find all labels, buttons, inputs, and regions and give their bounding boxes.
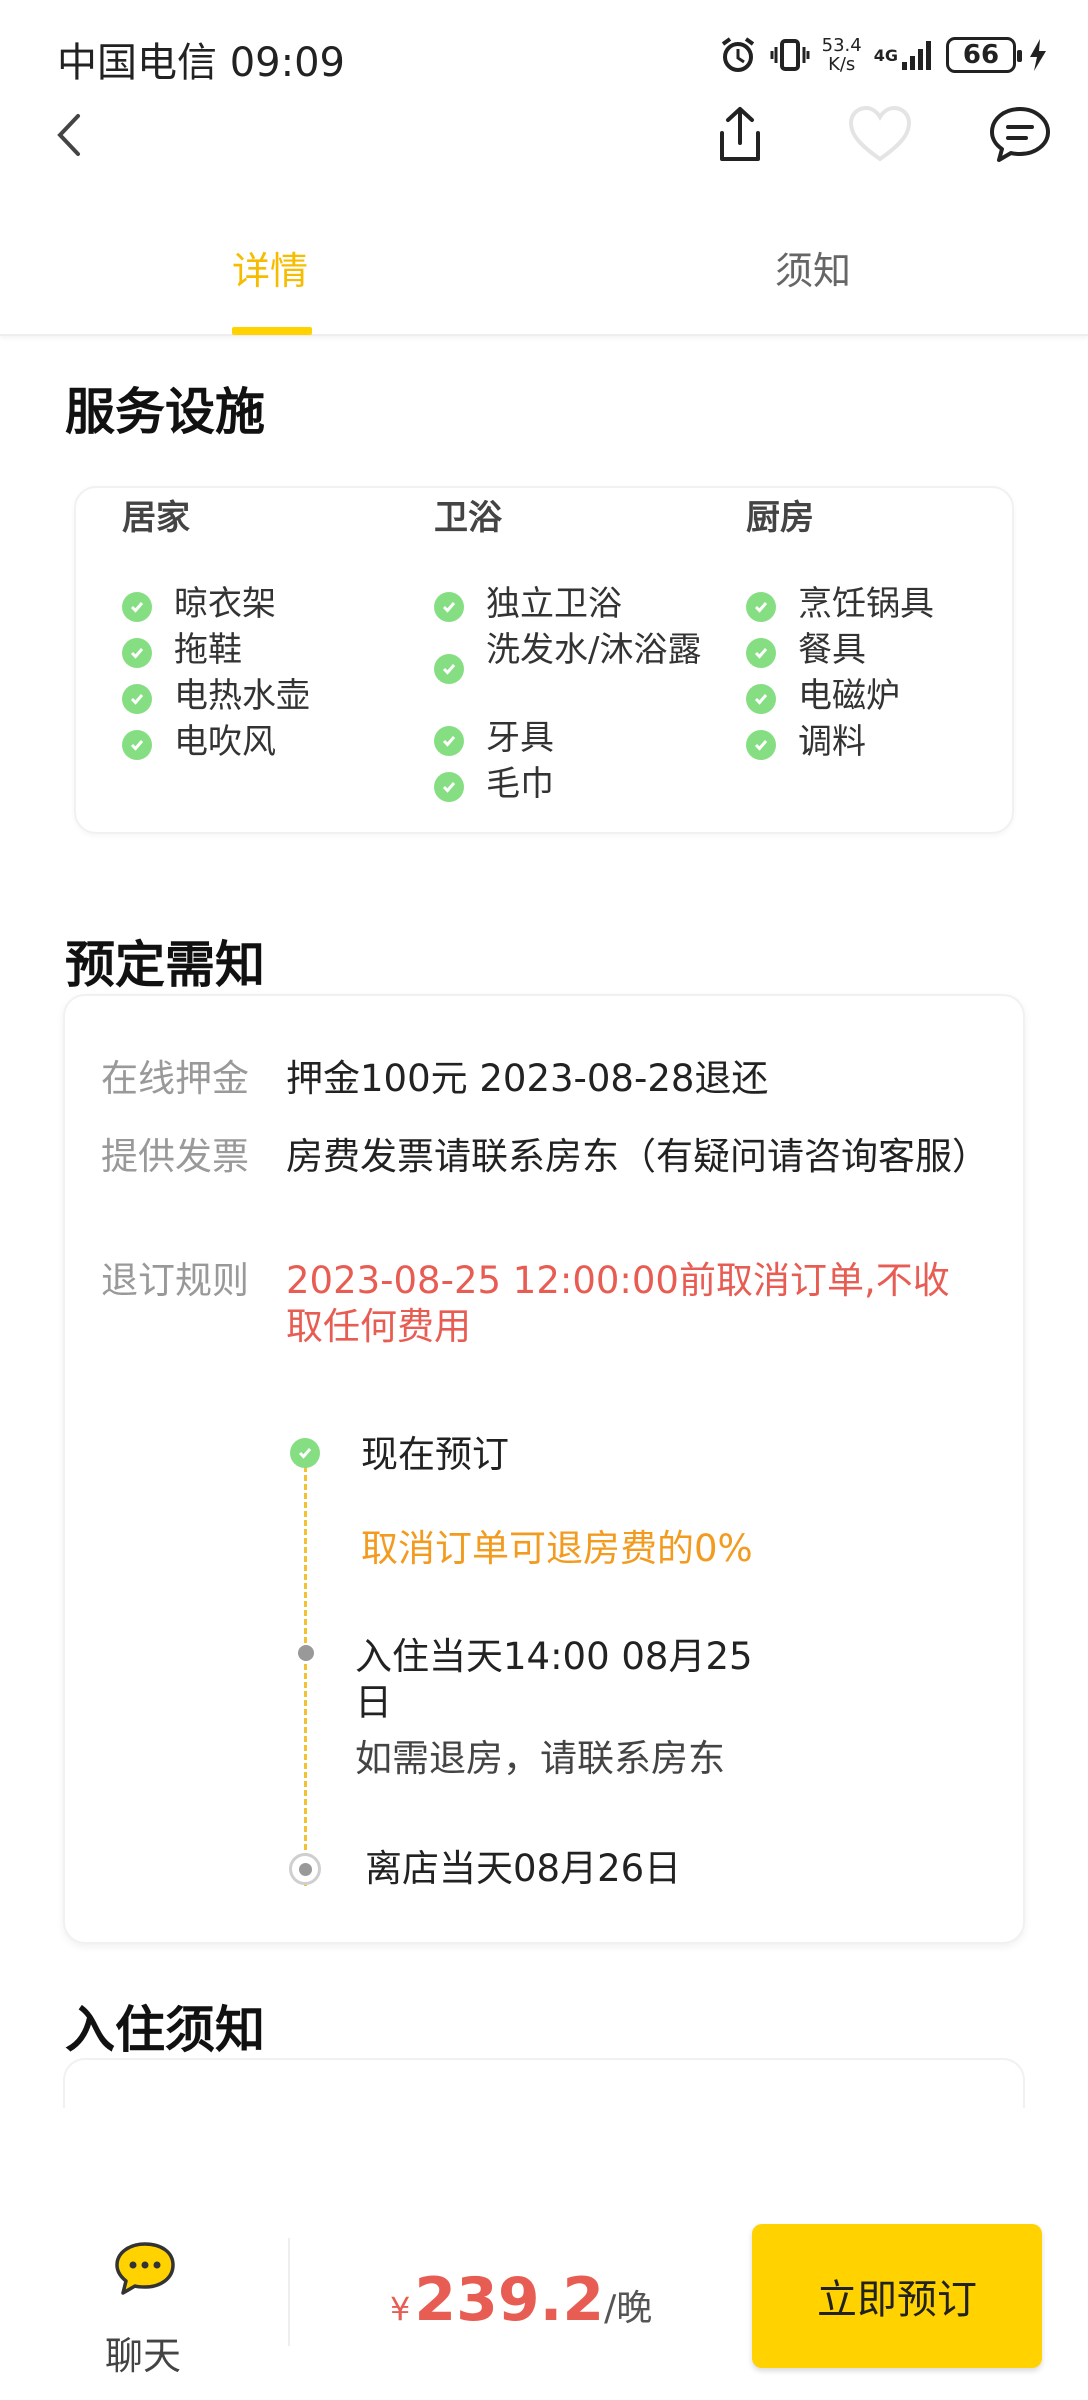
net-speed-unit: K/s [828, 54, 856, 75]
facility-item-label: 毛巾 [486, 764, 554, 804]
facility-item: 独立卫浴 [434, 584, 706, 624]
facility-item: 晾衣架 [122, 584, 394, 624]
invoice-row: 提供发票 房费发票请联系房东（有疑问请咨询客服） [101, 1134, 1001, 1180]
facility-item: 餐具 [746, 630, 1018, 670]
check-icon [122, 592, 152, 622]
timeline-line [304, 1466, 307, 1886]
share-button[interactable] [695, 90, 785, 180]
nav-bar [0, 90, 1088, 210]
check-icon [434, 772, 464, 802]
facility-item-label: 调料 [798, 722, 866, 762]
timeline-step-now: 现在预订 [361, 1433, 509, 1476]
cancel-policy-label: 退订规则 [101, 1259, 249, 1302]
message-button[interactable] [975, 90, 1065, 180]
tab-details[interactable]: 详情 [232, 240, 308, 295]
facility-item: 电吹风 [122, 722, 394, 762]
facility-group-title: 厨房 [746, 498, 814, 538]
deposit-value: 押金100元 2023-08-28退还 [286, 1057, 769, 1100]
facility-item-label: 电吹风 [174, 722, 276, 762]
chat-button[interactable]: 聊天 [90, 2240, 200, 2378]
chevron-left-icon [57, 114, 80, 156]
timeline-step-checkin: 入住当天14:00 08月25日 [355, 1635, 753, 1724]
facility-item: 烹饪锅具 [746, 584, 1018, 624]
check-icon [746, 684, 776, 714]
status-bar: 中国电信 09:09 53.4 K/s 4G 66 [0, 0, 1088, 100]
invoice-label: 提供发票 [101, 1135, 249, 1178]
check-icon [746, 730, 776, 760]
battery-icon: 66 [946, 37, 1022, 73]
facility-item-label: 电磁炉 [798, 676, 900, 716]
facility-item: 牙具 [434, 718, 706, 758]
booking-title: 预定需知 [65, 936, 265, 994]
facility-item: 拖鞋 [122, 630, 394, 670]
charging-icon [1028, 37, 1048, 73]
facility-item-label: 餐具 [798, 630, 866, 670]
check-icon [290, 1438, 320, 1468]
facility-item-label: 电热水壶 [174, 676, 310, 716]
check-icon [746, 638, 776, 668]
tab-active-indicator [232, 327, 312, 335]
price-amount: 239.2 [414, 2265, 605, 2335]
facility-item: 毛巾 [434, 764, 706, 804]
net-speed-value: 53.4 [821, 35, 862, 56]
bottom-bar: 聊天 ¥ 239.2 /晚 立即预订 [0, 2110, 1088, 2400]
tab-notice[interactable]: 须知 [775, 240, 851, 295]
invoice-value: 房费发票请联系房东（有疑问请咨询客服） [286, 1135, 989, 1178]
cancel-policy-row: 退订规则 2023-08-25 12:00:00前取消订单,不收取任何费用 [101, 1258, 1001, 1350]
checkin-card [63, 2058, 1025, 2108]
battery-level: 66 [962, 40, 1000, 70]
timeline-step-checkout: 离店当天08月26日 [365, 1847, 682, 1890]
chat-label: 聊天 [105, 2334, 182, 2378]
net-speed: 53.4 K/s [822, 36, 862, 74]
facilities-card: 居家 晾衣架 拖鞋 电热水壶 电吹风 卫浴 独立卫浴 洗发水/沐浴露 牙具 毛巾… [74, 486, 1014, 834]
tab-bar: 详情 须知 [0, 220, 1088, 336]
check-icon [434, 654, 464, 684]
currency-symbol: ¥ [390, 2290, 411, 2328]
divider [288, 2238, 290, 2346]
facility-item-label: 独立卫浴 [486, 584, 622, 624]
price-unit: /晚 [604, 2288, 653, 2329]
facility-item-label: 烹饪锅具 [798, 584, 934, 624]
check-icon [122, 684, 152, 714]
timeline-refund-note: 取消订单可退房费的0% [361, 1527, 753, 1570]
check-icon [434, 726, 464, 756]
facility-item-label: 洗发水/沐浴露 [486, 630, 702, 670]
deposit-row: 在线押金 押金100元 2023-08-28退还 [101, 1056, 1001, 1102]
vibrate-icon [770, 35, 810, 75]
booking-card: 在线押金 押金100元 2023-08-28退还 提供发票 房费发票请联系房东（… [63, 994, 1025, 1944]
alarm-icon [718, 35, 758, 75]
chat-bubble-icon [990, 107, 1050, 162]
timeline-dot [298, 1645, 314, 1661]
facility-item: 洗发水/沐浴露 [434, 630, 706, 684]
timeline-end-dot [289, 1853, 321, 1885]
favorite-button[interactable] [835, 90, 925, 180]
carrier-time: 中国电信 09:09 [57, 40, 345, 86]
price-display: ¥ 239.2 /晚 [390, 2265, 652, 2335]
signal-icon: 4G [874, 38, 934, 72]
facilities-title: 服务设施 [65, 383, 265, 441]
check-icon [122, 730, 152, 760]
facility-item: 电热水壶 [122, 676, 394, 716]
chat-icon [115, 2242, 175, 2295]
facility-item: 调料 [746, 722, 1018, 762]
check-icon [434, 592, 464, 622]
heart-icon [848, 105, 912, 162]
checkin-title: 入住须知 [65, 2001, 265, 2059]
book-now-button[interactable]: 立即预订 [752, 2224, 1042, 2368]
cancel-policy-value: 2023-08-25 12:00:00前取消订单,不收取任何费用 [286, 1259, 950, 1348]
share-icon [720, 107, 760, 161]
check-icon [122, 638, 152, 668]
status-icons: 53.4 K/s 4G 66 [718, 30, 1048, 80]
facility-item: 电磁炉 [746, 676, 1018, 716]
timeline-checkin-note: 如需退房，请联系房东 [355, 1737, 725, 1780]
network-type: 4G [873, 45, 898, 65]
check-icon [746, 592, 776, 622]
facility-item-label: 晾衣架 [174, 584, 276, 624]
facility-item-label: 牙具 [486, 718, 554, 758]
facility-group-title: 卫浴 [434, 498, 502, 538]
facility-item-label: 拖鞋 [174, 630, 242, 670]
facility-group-title: 居家 [122, 498, 190, 538]
back-button[interactable] [25, 90, 115, 180]
deposit-label: 在线押金 [101, 1057, 249, 1100]
